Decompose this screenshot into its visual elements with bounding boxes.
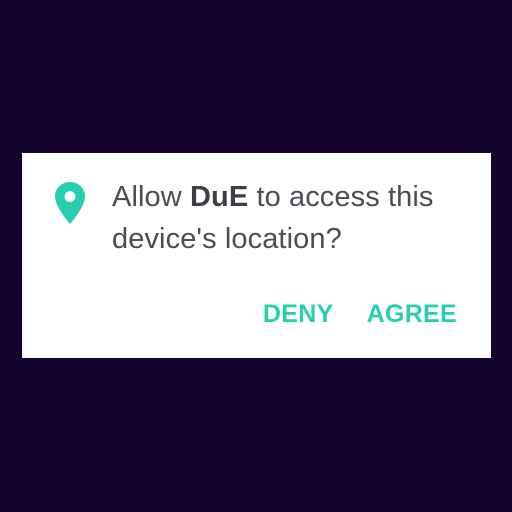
permission-message: Allow DuE to access this device's locati… bbox=[112, 176, 472, 260]
location-pin-icon bbox=[53, 181, 87, 225]
deny-button[interactable]: DENY bbox=[263, 300, 334, 329]
app-name: DuE bbox=[189, 181, 249, 213]
dialog-actions: DENY AGREE bbox=[263, 296, 457, 332]
message-prefix: Allow bbox=[112, 181, 190, 213]
agree-button[interactable]: AGREE bbox=[367, 300, 457, 329]
